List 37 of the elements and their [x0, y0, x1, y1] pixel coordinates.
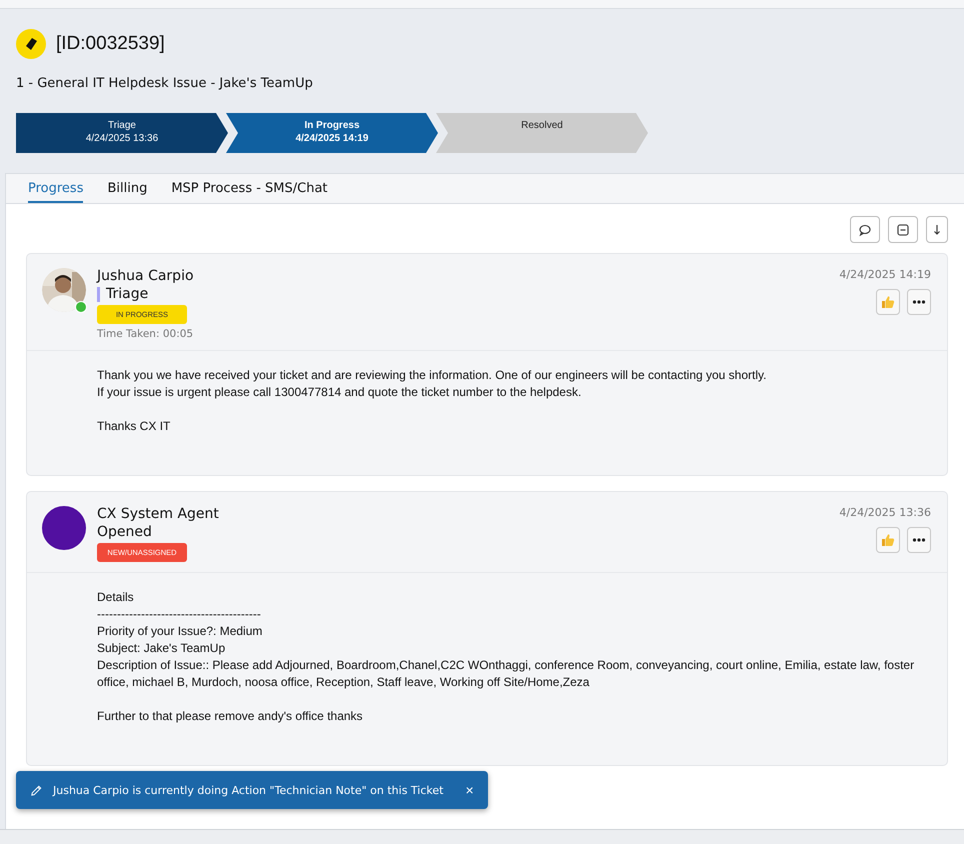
tab[interactable]: Progress: [28, 174, 84, 203]
thumbs-up-icon: [880, 532, 896, 548]
stage-name: Opened: [97, 524, 152, 540]
message-text: Subject: Jake's TeamUp: [97, 640, 226, 657]
thumbs-up-icon: [880, 294, 896, 310]
more-options-button[interactable]: [907, 289, 931, 315]
ticket-icon: [16, 29, 46, 59]
entry-date: 4/24/2025 14:19: [839, 268, 931, 281]
stage-step: In Progress 4/24/2025 14:19: [226, 113, 438, 153]
comment-button[interactable]: [850, 216, 880, 243]
ticket-title: 1 - General IT Helpdesk Issue - Jake's TeamUp: [16, 76, 314, 91]
message-text: Thank you we have received your ticket and are reviewing the information. One of our engineers will be contacting you shortly.: [97, 367, 768, 384]
message-text: If your issue is urgent please call 1300477814 and quote the ticket number to the helpdesk.: [97, 384, 582, 401]
stage-step: Triage 4/24/2025 13:36: [16, 113, 228, 153]
message-text: Priority of your Issue?: Medium: [97, 623, 264, 640]
message-text: Details: [97, 589, 135, 606]
tab[interactable]: Billing: [107, 174, 148, 203]
message-text: Thanks CX IT: [97, 418, 172, 435]
pencil-icon: [30, 784, 43, 796]
close-button[interactable]: ×: [453, 782, 474, 798]
author-name: Jushua Carpio: [97, 268, 194, 284]
toast-message: Jushua Carpio is currently doing Action "Technician Note" on this Ticket: [53, 784, 444, 796]
sort-down-button[interactable]: [926, 216, 948, 243]
collapse-icon: [896, 222, 910, 236]
time-taken: Time Taken: 00:05: [97, 328, 194, 340]
message-text: Further to that please remove andy's office thanks: [97, 708, 364, 725]
stage-name: Triage: [106, 286, 148, 302]
comment-icon: [858, 222, 872, 236]
stage-step: Resolved: [436, 113, 648, 153]
message-text: Description of Issue:: Please add Adjourned, Boardroom,Chanel,C2C WOnthaggi, conference Room, conveyancing, court online, Emilia, estate law, foster office, michael B, Murdoch, noosa office, Reception, Staff leave, Working off Site/Home,Zeza: [97, 657, 916, 691]
ticket-id: [ID:0032539]: [56, 33, 165, 55]
tab[interactable]: MSP Process - SMS/Chat: [171, 174, 328, 203]
more-options-button[interactable]: [907, 527, 931, 553]
collapse-button[interactable]: [888, 216, 918, 243]
message-text: -----------------------------------------: [97, 606, 262, 623]
author-name: CX System Agent: [97, 506, 219, 522]
entry-date: 4/24/2025 13:36: [839, 506, 931, 519]
